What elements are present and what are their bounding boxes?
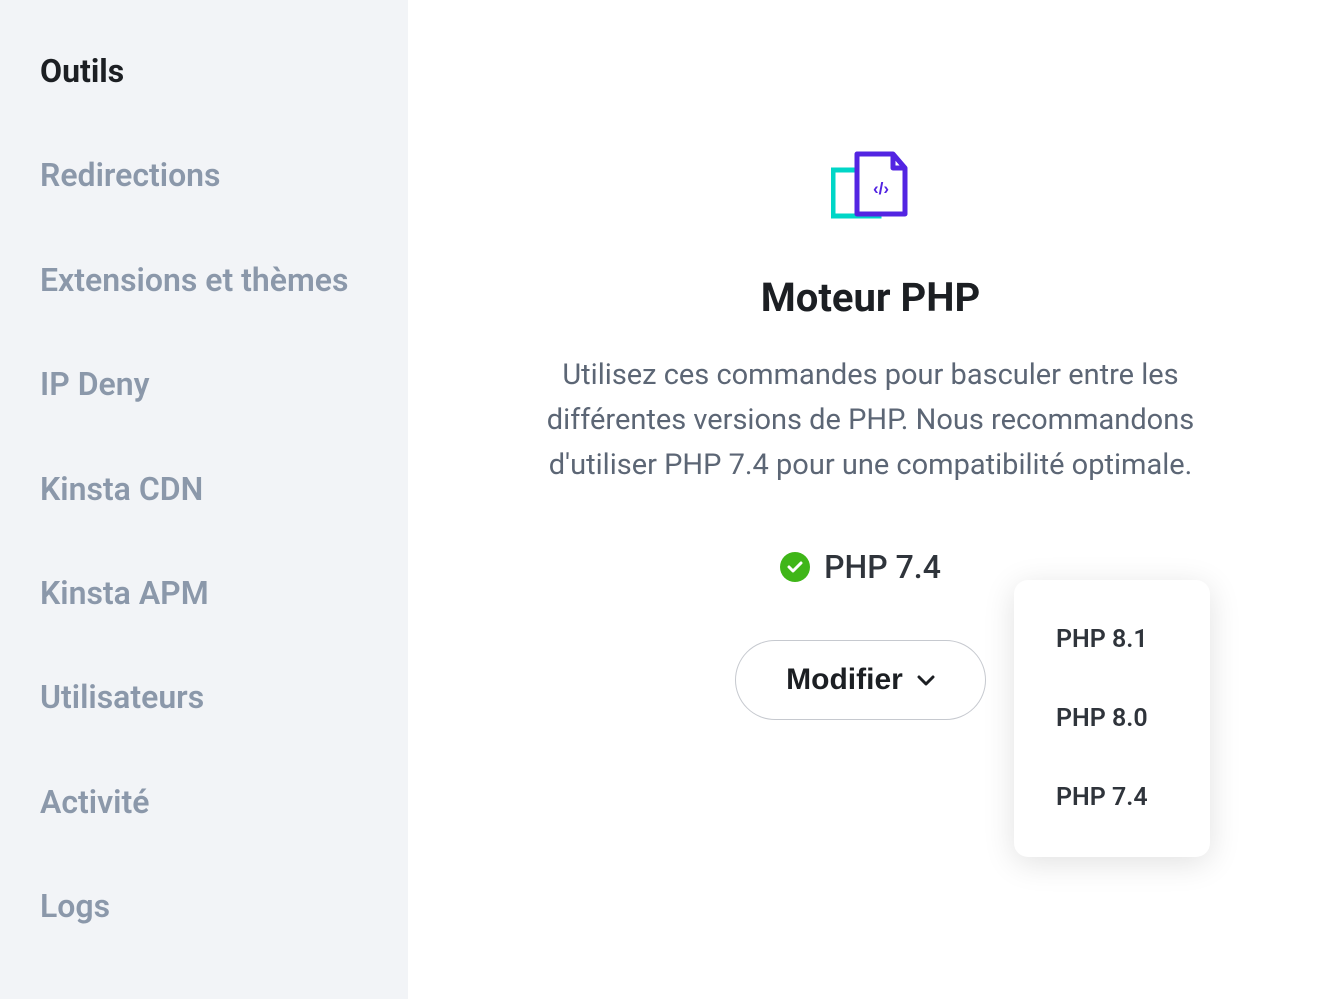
chevron-down-icon: [917, 674, 935, 686]
svg-text:‹/›: ‹/›: [872, 179, 888, 198]
sidebar-item-activite[interactable]: Activité: [40, 783, 408, 821]
sidebar-item-kinstaapm[interactable]: Kinsta APM: [40, 574, 408, 612]
page-description: Utilisez ces commandes pour basculer ent…: [531, 353, 1211, 488]
sidebar-item-redirections[interactable]: Redirections: [40, 156, 408, 194]
main-content: ‹/› Moteur PHP Utilisez ces commandes po…: [408, 0, 1333, 999]
sidebar-item-logs[interactable]: Logs: [40, 887, 408, 925]
sidebar-item-ipdeny[interactable]: IP Deny: [40, 365, 408, 403]
dropdown-option-php80[interactable]: PHP 8.0: [1014, 679, 1210, 758]
current-version-row: PHP 7.4: [780, 548, 941, 586]
modify-button[interactable]: Modifier: [735, 640, 986, 720]
php-file-icon: ‹/›: [831, 150, 911, 224]
current-version-text: PHP 7.4: [824, 548, 941, 586]
version-dropdown: PHP 8.1 PHP 8.0 PHP 7.4: [1014, 580, 1210, 857]
sidebar: Outils Redirections Extensions et thèmes…: [0, 0, 408, 999]
dropdown-option-php74[interactable]: PHP 7.4: [1014, 758, 1210, 837]
page-title: Moteur PHP: [761, 274, 981, 321]
dropdown-option-php81[interactable]: PHP 8.1: [1014, 600, 1210, 679]
sidebar-item-kinstacdn[interactable]: Kinsta CDN: [40, 470, 408, 508]
modify-button-label: Modifier: [786, 663, 903, 697]
sidebar-item-extensions[interactable]: Extensions et thèmes: [40, 261, 408, 299]
check-icon: [780, 552, 810, 582]
sidebar-item-utilisateurs[interactable]: Utilisateurs: [40, 678, 408, 716]
sidebar-item-outils[interactable]: Outils: [40, 52, 408, 90]
